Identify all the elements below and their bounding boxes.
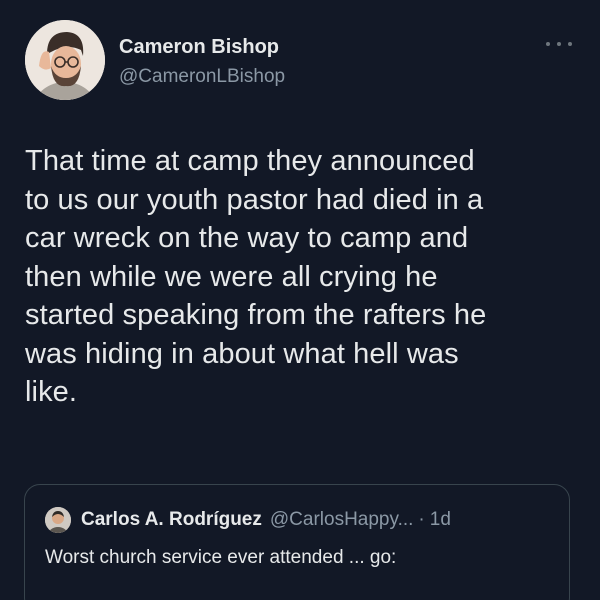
quoted-tweet-header: Carlos A. Rodríguez @CarlosHappy... · 1d [45, 507, 451, 533]
quoted-separator: · [418, 509, 425, 530]
quoted-tweet-text: Worst church service ever attended ... g… [45, 547, 397, 568]
author-handle[interactable]: @CameronLBishop [119, 66, 285, 88]
tweet-body-text: That time at camp they announced to us o… [25, 145, 487, 408]
author-avatar[interactable] [25, 20, 105, 100]
more-dot [546, 42, 550, 46]
quoted-timestamp[interactable]: 1d [430, 509, 451, 531]
more-dot [557, 42, 561, 46]
quoted-author-display-name[interactable]: Carlos A. Rodríguez [81, 509, 262, 531]
author-display-name[interactable]: Cameron Bishop [119, 36, 279, 59]
avatar-photo-icon [25, 20, 105, 100]
quoted-author-avatar[interactable] [45, 507, 71, 533]
more-dot [568, 42, 572, 46]
tweet-card: Cameron Bishop @CameronLBishop That time… [0, 0, 600, 600]
more-options-icon[interactable] [546, 36, 572, 52]
quoted-tweet-card[interactable]: Carlos A. Rodríguez @CarlosHappy... · 1d… [24, 484, 570, 600]
quoted-author-handle[interactable]: @CarlosHappy... [270, 509, 414, 531]
quoted-avatar-photo-icon [45, 507, 71, 533]
